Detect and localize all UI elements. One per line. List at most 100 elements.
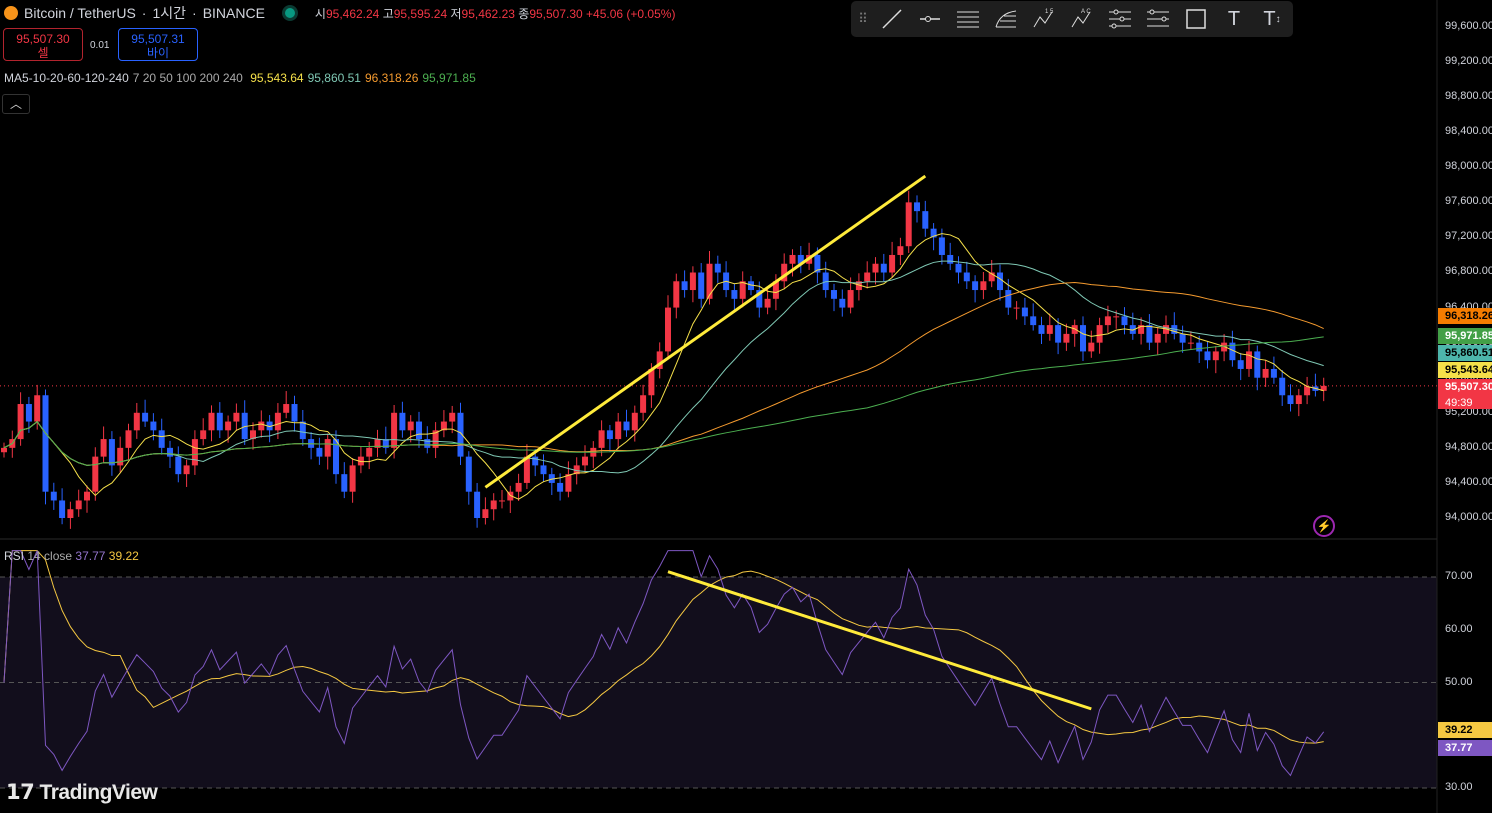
- candle: [864, 272, 871, 282]
- candle: [938, 237, 945, 255]
- candle: [1262, 368, 1269, 378]
- buy-button[interactable]: 95,507.31 바이: [118, 28, 198, 61]
- candle: [1013, 307, 1020, 309]
- bitcoin-icon: [4, 6, 18, 20]
- candle: [615, 421, 622, 440]
- candle: [1046, 325, 1053, 334]
- candle: [706, 263, 713, 299]
- price-tick: 98,400.00: [1445, 125, 1492, 138]
- parallel-channel-icon[interactable]: [953, 4, 983, 34]
- candle: [839, 298, 846, 308]
- candle: [1038, 325, 1045, 334]
- candle: [133, 412, 140, 431]
- price-tick: 97,600.00: [1445, 195, 1492, 208]
- price-tick: 94,800.00: [1445, 440, 1492, 453]
- candle: [1146, 325, 1153, 343]
- candle: [764, 298, 771, 308]
- candle: [499, 500, 505, 502]
- horizontal-ray-icon[interactable]: [915, 4, 945, 34]
- price-tag: 39.22: [1438, 722, 1492, 738]
- candle: [963, 272, 970, 282]
- rsi-band: [0, 577, 1437, 788]
- rectangle-icon[interactable]: [1181, 4, 1211, 34]
- candle: [274, 412, 281, 431]
- trend-line-icon[interactable]: [877, 4, 907, 34]
- xabcd-pattern-icon[interactable]: 1 5: [1029, 4, 1059, 34]
- candle: [391, 412, 398, 448]
- candle: [1113, 316, 1120, 318]
- candle: [50, 491, 57, 501]
- price-tag: 95,971.85: [1438, 328, 1492, 344]
- candle: [42, 395, 49, 492]
- candle: [1071, 325, 1078, 334]
- ma-legend[interactable]: MA5-10-20-60-120-240 7 20 50 100 200 240 …: [4, 71, 480, 85]
- interval[interactable]: 1시간: [152, 3, 186, 23]
- candle: [582, 456, 588, 466]
- candle: [449, 412, 456, 422]
- drag-handle-icon[interactable]: ⠿: [857, 4, 869, 34]
- fib-retracement-icon[interactable]: [991, 4, 1021, 34]
- candle: [59, 500, 66, 518]
- candle: [1212, 351, 1219, 361]
- sell-button[interactable]: 95,507.30 셀: [3, 28, 83, 61]
- candle: [1270, 368, 1277, 378]
- candle: [689, 272, 696, 291]
- price-tick: 94,400.00: [1445, 475, 1492, 488]
- price-tick: 98,800.00: [1445, 90, 1492, 103]
- candle: [789, 254, 796, 264]
- candle: [482, 509, 489, 518]
- text-note-icon[interactable]: T ↕: [1257, 4, 1287, 34]
- candle: [108, 439, 115, 466]
- chart-canvas[interactable]: [0, 0, 1492, 813]
- exchange: BINANCE: [202, 5, 265, 21]
- ohlc-values: 시95,462.24 고95,595.24 저95,462.23 종95,507…: [314, 6, 676, 21]
- candle: [1, 447, 7, 453]
- candle: [1295, 395, 1302, 405]
- text-icon[interactable]: T: [1219, 4, 1249, 34]
- symbol-legend: Bitcoin / TetherUS · 1시간 · BINANCE 시95,4…: [4, 3, 675, 23]
- candle: [598, 430, 605, 448]
- price-tick: 97,200.00: [1445, 230, 1492, 243]
- candle: [565, 474, 572, 492]
- candle: [1287, 395, 1294, 405]
- price-tick: 99,200.00: [1445, 55, 1492, 68]
- svg-text:A C: A C: [1081, 9, 1091, 15]
- candle: [1005, 290, 1012, 308]
- ma-line-20: [3, 260, 1324, 474]
- candle: [532, 456, 539, 466]
- candle: [416, 421, 422, 440]
- candle: [606, 430, 613, 440]
- candle: [1254, 351, 1261, 378]
- candle: [922, 211, 929, 229]
- candle: [407, 421, 414, 431]
- price-tag: 95,543.64: [1438, 362, 1492, 378]
- pitchfork-icon[interactable]: [1105, 4, 1135, 34]
- candle: [258, 421, 265, 431]
- collapse-legend-button[interactable]: ︿: [2, 94, 30, 114]
- candle: [1104, 316, 1111, 326]
- candle: [1080, 325, 1086, 352]
- price-tick: 94,000.00: [1445, 510, 1492, 523]
- candle: [1246, 351, 1252, 369]
- candle: [1121, 316, 1128, 326]
- candle: [167, 447, 173, 457]
- candle: [399, 412, 406, 431]
- candle: [515, 482, 522, 492]
- abcd-pattern-icon[interactable]: A C: [1067, 4, 1097, 34]
- candle: [640, 395, 647, 413]
- tradingview-logo: 𝟭𝟳 TradingView: [6, 781, 158, 804]
- candle: [1055, 325, 1062, 343]
- candle: [150, 421, 157, 431]
- candle: [1179, 333, 1186, 343]
- fib-extension-icon[interactable]: [1143, 4, 1173, 34]
- candle: [1196, 342, 1203, 352]
- rsi-legend[interactable]: RSI 14 close 37.77 39.22: [4, 549, 139, 563]
- candle: [731, 290, 738, 299]
- symbol-name[interactable]: Bitcoin / TetherUS: [24, 5, 136, 21]
- candle: [291, 404, 298, 422]
- candle: [872, 263, 879, 273]
- price-tag: 95,507.30 49:39: [1438, 379, 1492, 409]
- candle: [208, 412, 215, 431]
- svg-text:1 5: 1 5: [1045, 9, 1054, 15]
- lightning-icon[interactable]: ⚡: [1313, 515, 1335, 537]
